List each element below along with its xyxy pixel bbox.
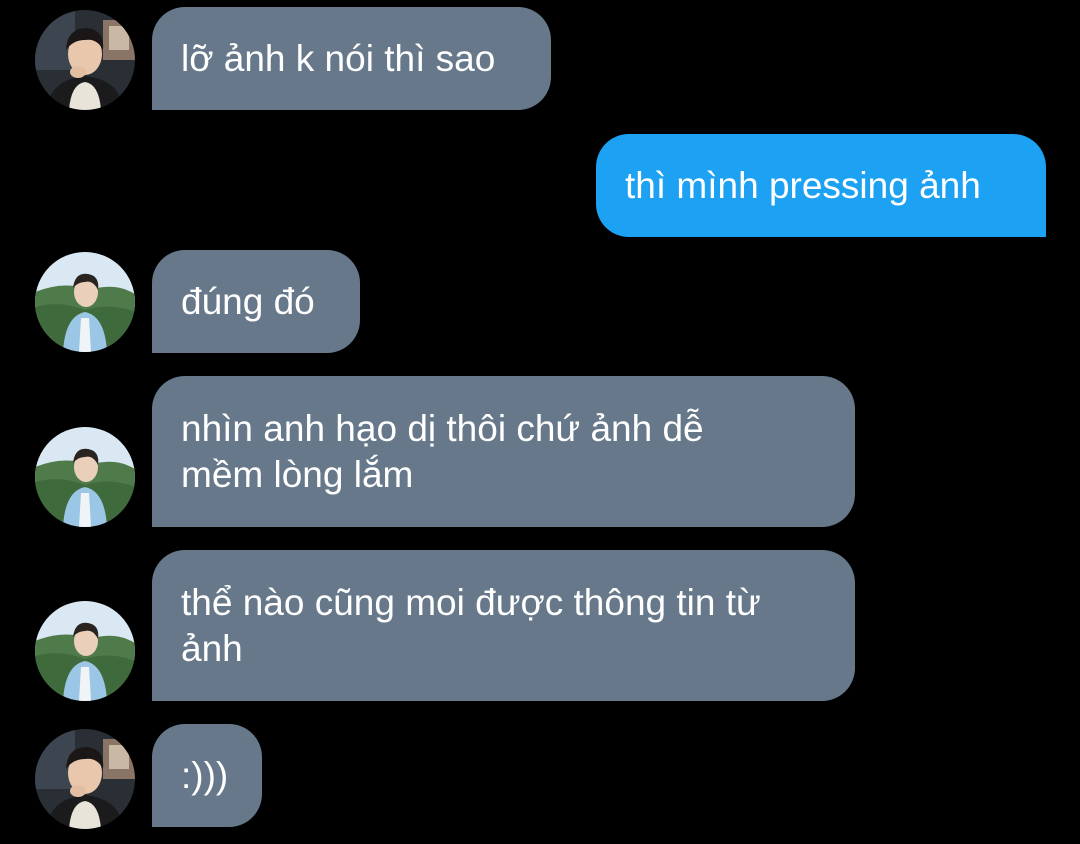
- message-text: :))): [181, 754, 229, 796]
- outgoing-message-bubble[interactable]: thì mình pressing ảnh: [596, 134, 1046, 237]
- person-outdoor-avatar[interactable]: [35, 601, 135, 701]
- incoming-message-bubble[interactable]: :))): [152, 724, 262, 827]
- person-indoor-avatar[interactable]: [35, 10, 135, 110]
- message-text: đúng đó: [181, 280, 315, 322]
- message-text: thì mình pressing ảnh: [625, 164, 981, 206]
- incoming-message-bubble[interactable]: đúng đó: [152, 250, 360, 353]
- incoming-message-bubble[interactable]: lỡ ảnh k nói thì sao: [152, 7, 551, 110]
- message-text-line: mềm lòng lắm: [181, 453, 414, 495]
- person-outdoor-avatar[interactable]: [35, 427, 135, 527]
- incoming-message-bubble[interactable]: thể nào cũng moi được thông tin từ ảnh: [152, 550, 855, 701]
- message-text-line: ảnh: [181, 627, 243, 669]
- incoming-message-bubble[interactable]: nhìn anh hạo dị thôi chứ ảnh dễ mềm lòng…: [152, 376, 855, 527]
- person-outdoor-avatar[interactable]: [35, 252, 135, 352]
- message-text-line: nhìn anh hạo dị thôi chứ ảnh dễ: [181, 407, 704, 449]
- message-text: lỡ ảnh k nói thì sao: [181, 37, 496, 79]
- person-indoor-avatar[interactable]: [35, 729, 135, 829]
- message-text-line: thể nào cũng moi được thông tin từ: [181, 581, 761, 623]
